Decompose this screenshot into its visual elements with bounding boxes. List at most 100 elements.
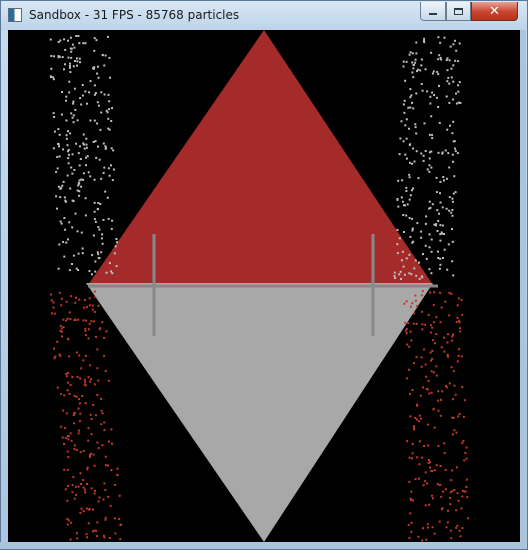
particle: [107, 93, 110, 96]
particle: [431, 137, 434, 140]
particle: [451, 469, 454, 472]
particle: [445, 526, 448, 529]
particle: [100, 409, 103, 412]
particle: [399, 270, 402, 273]
particle: [414, 294, 417, 297]
particle: [78, 42, 81, 45]
particle: [420, 83, 423, 85]
particle: [52, 301, 55, 304]
particle: [79, 145, 81, 148]
particle: [86, 483, 88, 485]
particle: [435, 316, 438, 319]
particle: [467, 517, 470, 520]
particle: [441, 152, 444, 155]
particle: [93, 320, 95, 323]
particle: [437, 73, 440, 76]
close-button[interactable]: ✕: [471, 2, 518, 21]
particle: [73, 394, 76, 397]
particle: [105, 330, 108, 333]
particle: [119, 538, 122, 540]
particle: [429, 102, 432, 105]
particle: [447, 76, 450, 79]
particle: [432, 70, 435, 73]
particle: [411, 452, 414, 455]
particle: [62, 241, 65, 243]
particle: [444, 468, 447, 471]
particle: [84, 491, 87, 494]
particle: [104, 455, 107, 458]
particle: [97, 500, 100, 503]
particle: [75, 142, 78, 145]
particle: [416, 70, 418, 73]
particle: [414, 123, 417, 126]
particle: [95, 39, 98, 42]
particle: [116, 473, 119, 476]
particle: [430, 51, 433, 54]
particle: [453, 39, 456, 42]
particle: [465, 478, 468, 481]
particle: [101, 242, 104, 245]
particle: [416, 304, 419, 307]
particle: [448, 314, 451, 317]
particle: [67, 484, 69, 487]
particle: [438, 121, 441, 124]
particle: [71, 153, 74, 156]
particle: [72, 254, 75, 257]
particle: [73, 169, 76, 171]
particle: [74, 301, 77, 304]
particle: [455, 102, 458, 105]
particle: [420, 64, 423, 67]
maximize-icon: [454, 7, 463, 15]
particle: [70, 295, 73, 298]
particle: [452, 64, 455, 67]
particle: [445, 95, 448, 98]
particle: [57, 267, 60, 270]
particle: [97, 104, 100, 107]
particle: [410, 521, 413, 524]
particle: [73, 87, 76, 90]
particle: [76, 119, 79, 122]
particle: [442, 176, 445, 178]
particle: [71, 116, 74, 119]
particle: [461, 495, 464, 498]
particle: [109, 76, 111, 79]
particle: [68, 221, 71, 224]
particle: [412, 187, 414, 190]
particle: [400, 196, 403, 199]
particle: [84, 42, 87, 45]
particle: [79, 97, 82, 100]
particle: [69, 71, 72, 73]
particle: [60, 297, 63, 300]
particle: [81, 84, 84, 86]
particle: [93, 93, 96, 96]
particle: [420, 417, 422, 420]
particle: [65, 99, 67, 102]
particle: [85, 164, 87, 167]
particle: [451, 260, 454, 263]
particle: [446, 128, 449, 131]
particle: [429, 95, 432, 98]
particle: [421, 310, 424, 313]
upper-sand-pile: [88, 30, 433, 285]
particle: [420, 58, 423, 61]
particle: [110, 469, 113, 471]
particle: [465, 446, 468, 449]
particle: [427, 380, 430, 382]
particle: [94, 220, 97, 223]
title-bar[interactable]: Sandbox - 31 FPS - 85768 particles ✕: [1, 1, 527, 30]
particle: [416, 418, 418, 421]
particle: [458, 529, 461, 532]
particle: [398, 153, 401, 156]
simulation-canvas[interactable]: [8, 30, 520, 542]
maximize-button[interactable]: [446, 2, 471, 21]
particle: [409, 96, 412, 99]
particle: [70, 521, 72, 524]
minimize-button[interactable]: [420, 2, 446, 21]
particle: [452, 120, 455, 123]
particle: [82, 486, 85, 489]
window-app-icon[interactable]: [8, 8, 22, 22]
particle: [404, 79, 407, 82]
particle: [87, 337, 90, 340]
particle: [83, 147, 86, 150]
particle: [439, 257, 442, 260]
